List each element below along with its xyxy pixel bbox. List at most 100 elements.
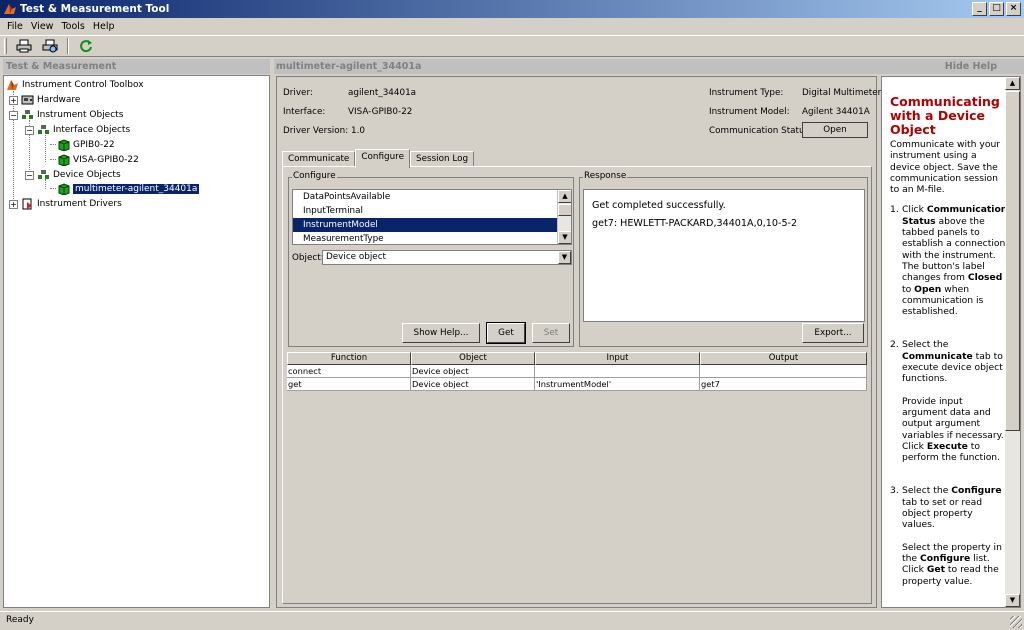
tree-item-visa[interactable]: VISA-GPIB0-22	[57, 153, 139, 167]
tree-item-gpib[interactable]: GPIB0-22	[57, 138, 115, 152]
green-cube-icon	[58, 154, 70, 166]
print-button[interactable]	[13, 36, 35, 56]
tree-guide	[45, 135, 46, 162]
col-header-output[interactable]: Output	[700, 352, 867, 365]
table-cell[interactable]	[535, 365, 700, 378]
tree-item-device[interactable]: multimeter-agilent_34401a	[57, 182, 200, 196]
tree-guide	[50, 188, 56, 189]
help-step-3: 3. Select the Configure tab to set or re…	[890, 485, 1008, 597]
tab-session-log[interactable]: Session Log	[410, 151, 475, 167]
export-button[interactable]: Export...	[802, 323, 864, 343]
interface-value: VISA-GPIB0-22	[348, 107, 413, 117]
left-panel-header: Test & Measurement	[3, 59, 270, 74]
menu-view[interactable]: View	[27, 21, 58, 32]
expand-minus-icon[interactable]: −	[25, 170, 34, 180]
help-text: Select the	[902, 339, 949, 351]
property-list-scrollbar[interactable]: ▲ ▼	[557, 190, 571, 244]
toolbar-separator	[67, 38, 69, 54]
instrument-model-label: Instrument Model:	[709, 107, 790, 117]
configure-tab-body: Configure DataPointsAvailable InputTermi…	[282, 166, 872, 604]
print-preview-button[interactable]	[39, 36, 61, 56]
col-header-object[interactable]: Object	[411, 352, 535, 365]
help-scrollbar[interactable]: ▲ ▼	[1005, 77, 1020, 607]
set-button[interactable]: Set	[532, 323, 570, 343]
table-cell[interactable]: get	[287, 378, 411, 391]
chevron-down-icon[interactable]: ▼	[558, 251, 571, 264]
tree-item-hardware[interactable]: + Hardware	[9, 93, 80, 107]
table-cell[interactable]: connect	[287, 365, 411, 378]
show-help-button[interactable]: Show Help...	[402, 323, 480, 343]
object-select[interactable]: Device object ▼	[322, 250, 572, 265]
tree-item-root[interactable]: Instrument Control Toolbox	[6, 78, 144, 92]
table-cell[interactable]: Device object	[411, 378, 535, 391]
table-cell[interactable]: Device object	[411, 365, 535, 378]
step-number: 3.	[890, 485, 899, 497]
help-text: Select the	[902, 485, 949, 497]
tab-communicate[interactable]: Communicate	[282, 151, 356, 167]
scroll-down-arrow-icon[interactable]: ▼	[1005, 594, 1020, 607]
scroll-down-arrow-icon[interactable]: ▼	[558, 231, 571, 244]
expand-plus-icon[interactable]: +	[9, 199, 18, 209]
scroll-thumb[interactable]	[558, 204, 571, 216]
window-title: Test & Measurement Tool	[20, 3, 170, 15]
list-item[interactable]: InputTerminal	[293, 204, 571, 218]
communication-status-label: Communication Status:	[709, 126, 813, 136]
refresh-button[interactable]	[75, 36, 97, 56]
help-bold: Open	[914, 283, 942, 295]
title-bar: Test & Measurement Tool _ □ ×	[0, 0, 1024, 18]
tree-label: Hardware	[37, 95, 81, 105]
function-history-table[interactable]: Function Object Input Output connect Dev…	[287, 352, 867, 391]
tab-configure[interactable]: Configure	[355, 149, 410, 168]
maximize-button[interactable]: □	[989, 2, 1004, 16]
list-item[interactable]: InstrumentModel	[293, 218, 571, 232]
table-row[interactable]: get Device object 'InstrumentModel' get7	[287, 378, 867, 391]
table-cell[interactable]	[700, 365, 867, 378]
tree-label: multimeter-agilent_34401a	[73, 184, 200, 194]
scroll-up-arrow-icon[interactable]: ▲	[1005, 77, 1020, 90]
property-list[interactable]: DataPointsAvailable InputTerminal Instru…	[292, 189, 572, 245]
scroll-up-arrow-icon[interactable]: ▲	[558, 190, 571, 203]
tree-item-device-objects[interactable]: − Device Objects	[25, 168, 121, 182]
table-row[interactable]: connect Device object	[287, 365, 867, 378]
tree-item-instrument-objects[interactable]: − Instrument Objects	[9, 108, 123, 122]
menu-help[interactable]: Help	[89, 21, 119, 32]
expand-minus-icon[interactable]: −	[25, 125, 34, 135]
menu-bar: File View Tools Help	[0, 18, 1024, 35]
objects-group-icon	[38, 170, 49, 179]
matlab-logo-icon	[4, 4, 16, 14]
help-step-2: 2. Select the Communicate tab to execute…	[890, 339, 1008, 474]
instrument-tree[interactable]: Instrument Control Toolbox + Hardware − …	[3, 75, 270, 608]
toolbar-grip	[4, 38, 7, 54]
table-cell[interactable]: 'InstrumentModel'	[535, 378, 700, 391]
list-item[interactable]: MeasurementType	[293, 232, 571, 244]
tree-item-instrument-drivers[interactable]: + Instrument Drivers	[9, 197, 122, 211]
help-step-1: 1. Click Communication Status above the …	[890, 204, 1008, 328]
close-button[interactable]: ×	[1006, 2, 1021, 16]
table-cell[interactable]: get7	[700, 378, 867, 391]
tab-strip: Communicate Configure Session Log	[282, 149, 475, 168]
help-text: Click	[902, 204, 924, 216]
status-bar: Ready	[0, 611, 1024, 630]
minimize-button[interactable]: _	[972, 2, 987, 16]
tree-guide	[50, 144, 56, 145]
response-output[interactable]: Get completed successfully. get7: HEWLET…	[583, 189, 865, 322]
menu-tools[interactable]: Tools	[57, 21, 88, 32]
driver-version: Driver Version: 1.0	[283, 126, 365, 136]
scroll-thumb[interactable]	[1005, 91, 1020, 431]
resize-grip-icon[interactable]	[1010, 616, 1022, 628]
tree-item-interface-objects[interactable]: − Interface Objects	[25, 123, 130, 137]
configure-group: Configure DataPointsAvailable InputTermi…	[288, 171, 574, 347]
col-header-input[interactable]: Input	[535, 352, 700, 365]
help-bold: Configure	[920, 552, 971, 564]
menu-file[interactable]: File	[3, 21, 27, 32]
expand-plus-icon[interactable]: +	[9, 95, 18, 105]
help-steps: 1. Click Communication Status above the …	[890, 204, 1008, 597]
help-panel[interactable]: Communicating with a Device Object Commu…	[881, 76, 1021, 608]
list-item[interactable]: DataPointsAvailable	[293, 190, 571, 204]
communication-status-button[interactable]: Open	[802, 122, 868, 138]
hide-help-link[interactable]: Hide Help	[945, 59, 997, 74]
response-group-title: Response	[583, 171, 628, 181]
col-header-function[interactable]: Function	[287, 352, 411, 365]
expand-minus-icon[interactable]: −	[9, 110, 18, 120]
get-button[interactable]: Get	[486, 322, 526, 344]
